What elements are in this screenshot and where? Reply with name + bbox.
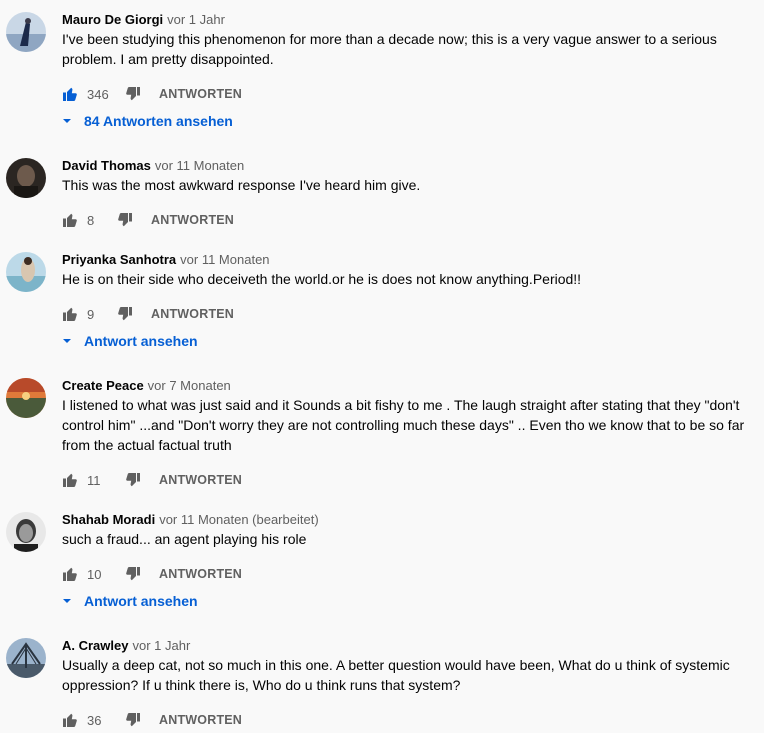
comment-text: I've been studying this phenomenon for m… xyxy=(62,31,717,67)
comment-header: Shahab Moradi vor 11 Monaten (bearbeitet) xyxy=(62,512,319,528)
comment-header: Create Peace vor 7 Monaten xyxy=(62,378,231,394)
comment-actions: 10 ANTWORTEN xyxy=(62,564,242,584)
thumbs-down-icon[interactable] xyxy=(125,86,141,102)
reply-button[interactable]: ANTWORTEN xyxy=(159,87,242,101)
comment-text: This was the most awkward response I've … xyxy=(62,177,421,193)
like-count: 346 xyxy=(87,86,109,102)
comment-actions: 36 ANTWORTEN xyxy=(62,710,242,730)
avatar[interactable] xyxy=(6,638,46,678)
avatar[interactable] xyxy=(6,512,46,552)
thumbs-down-icon[interactable] xyxy=(125,566,141,582)
view-replies-label: Antwort ansehen xyxy=(84,333,198,349)
avatar[interactable] xyxy=(6,158,46,198)
thumbs-up-icon[interactable] xyxy=(62,566,78,582)
comment-actions: 8 ANTWORTEN xyxy=(62,210,234,230)
comment-actions: 11 ANTWORTEN xyxy=(62,470,242,490)
author-name[interactable]: Create Peace xyxy=(62,378,144,393)
view-replies-button[interactable]: Antwort ansehen xyxy=(62,591,198,611)
thumbs-up-icon[interactable] xyxy=(62,712,78,728)
comment-timestamp[interactable]: vor 11 Monaten (bearbeitet) xyxy=(159,512,318,527)
reply-button[interactable]: ANTWORTEN xyxy=(159,473,242,487)
like-count: 9 xyxy=(87,306,95,322)
thumbs-down-icon[interactable] xyxy=(117,212,133,228)
comment-text: I listened to what was just said and it … xyxy=(62,397,745,453)
comment-header: A. Crawley vor 1 Jahr xyxy=(62,638,190,654)
thumbs-up-icon[interactable] xyxy=(62,472,78,488)
comment-timestamp[interactable]: vor 7 Monaten xyxy=(148,378,231,393)
reply-button[interactable]: ANTWORTEN xyxy=(151,213,234,227)
author-name[interactable]: Mauro De Giorgi xyxy=(62,12,163,27)
comment-actions: 346 ANTWORTEN xyxy=(62,84,242,104)
thumbs-up-icon[interactable] xyxy=(62,212,78,228)
avatar[interactable] xyxy=(6,252,46,292)
reply-button[interactable]: ANTWORTEN xyxy=(159,713,242,727)
comment-header: Mauro De Giorgi vor 1 Jahr xyxy=(62,12,225,28)
author-name[interactable]: Shahab Moradi xyxy=(62,512,155,527)
avatar[interactable] xyxy=(6,378,46,418)
reply-button[interactable]: ANTWORTEN xyxy=(151,307,234,321)
author-name[interactable]: Priyanka Sanhotra xyxy=(62,252,176,267)
caret-down-icon xyxy=(62,596,72,606)
comment-text: Usually a deep cat, not so much in this … xyxy=(62,657,730,693)
author-name[interactable]: A. Crawley xyxy=(62,638,128,653)
comment-text: such a fraud... an agent playing his rol… xyxy=(62,531,307,547)
avatar[interactable] xyxy=(6,12,46,52)
like-count: 10 xyxy=(87,566,102,582)
comment-timestamp[interactable]: vor 11 Monaten xyxy=(180,252,269,267)
view-replies-button[interactable]: 84 Antworten ansehen xyxy=(62,111,233,131)
comment-actions: 9 ANTWORTEN xyxy=(62,304,234,324)
comment-text: He is on their side who deceiveth the wo… xyxy=(62,271,582,287)
view-replies-label: 84 Antworten ansehen xyxy=(84,113,233,129)
comment-header: David Thomas vor 11 Monaten xyxy=(62,158,244,174)
reply-button[interactable]: ANTWORTEN xyxy=(159,567,242,581)
comment-header: Priyanka Sanhotra vor 11 Monaten xyxy=(62,252,270,268)
view-replies-label: Antwort ansehen xyxy=(84,593,198,609)
like-count: 11 xyxy=(87,472,101,488)
thumbs-up-icon[interactable] xyxy=(62,86,78,102)
comment-timestamp[interactable]: vor 1 Jahr xyxy=(167,12,225,27)
comment-timestamp[interactable]: vor 11 Monaten xyxy=(155,158,244,173)
thumbs-up-icon[interactable] xyxy=(62,306,78,322)
comment-timestamp[interactable]: vor 1 Jahr xyxy=(132,638,190,653)
thumbs-down-icon[interactable] xyxy=(125,472,141,488)
thumbs-down-icon[interactable] xyxy=(117,306,133,322)
caret-down-icon xyxy=(62,336,72,346)
caret-down-icon xyxy=(62,116,72,126)
thumbs-down-icon[interactable] xyxy=(125,712,141,728)
like-count: 8 xyxy=(87,212,95,228)
view-replies-button[interactable]: Antwort ansehen xyxy=(62,331,198,351)
like-count: 36 xyxy=(87,712,102,728)
author-name[interactable]: David Thomas xyxy=(62,158,151,173)
